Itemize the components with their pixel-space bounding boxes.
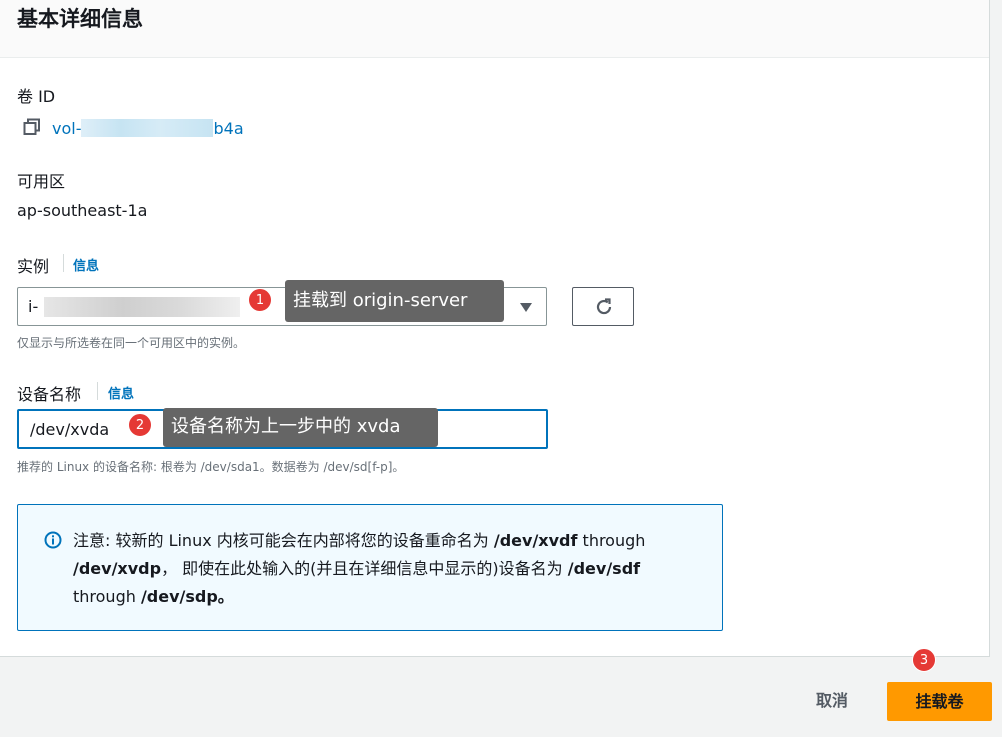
availability-zone-value: ap-southeast-1a	[17, 201, 148, 220]
step-2-annotation: 设备名称为上一步中的 xvda	[163, 408, 438, 447]
alert-bold-1: /dev/xvdf	[493, 531, 578, 550]
device-name-label: 设备名称	[17, 385, 82, 404]
alert-text-1: 注意: 较新的 Linux 内核可能会在内部将您的设备重命名为	[73, 531, 494, 550]
divider	[97, 382, 98, 400]
refresh-icon	[596, 298, 612, 315]
volume-id-suffix: b4a	[213, 119, 244, 138]
cancel-button[interactable]: 取消	[790, 682, 874, 720]
device-help-text: 推荐的 Linux 的设备名称: 根卷为 /dev/sda1。数据卷为 /dev…	[17, 460, 405, 474]
step-badge-3: 3	[912, 648, 936, 672]
info-icon	[44, 531, 62, 549]
basic-details-panel: 基本详细信息 卷 ID vol-b4a 可用区 ap-southeast-1a …	[0, 0, 990, 657]
panel-header: 基本详细信息	[0, 0, 989, 58]
refresh-button[interactable]	[572, 287, 634, 326]
copy-icon[interactable]	[23, 118, 41, 136]
divider	[63, 254, 64, 272]
step-1-annotation: 挂载到 origin-server	[285, 280, 504, 322]
attach-volume-button[interactable]: 挂载卷	[887, 682, 992, 721]
redacted-volume-id	[81, 119, 214, 137]
instance-label: 实例	[17, 257, 50, 276]
alert-text-4: through	[73, 587, 141, 606]
instance-selected-value: i-	[28, 297, 39, 316]
alert-bold-4: /dev/sdp。	[140, 587, 234, 606]
volume-id-prefix: vol-	[52, 119, 82, 138]
alert-bold-3: /dev/sdf	[567, 559, 641, 578]
device-info-link[interactable]: 信息	[108, 383, 134, 402]
info-alert: 注意: 较新的 Linux 内核可能会在内部将您的设备重命名为 /dev/xvd…	[17, 504, 723, 631]
device-name-value: /dev/xvda	[30, 420, 110, 439]
volume-id-label: 卷 ID	[17, 87, 56, 106]
chevron-down-icon[interactable]	[520, 303, 532, 312]
step-badge-2: 2	[128, 413, 152, 437]
alert-text-2: through	[577, 531, 646, 550]
alert-message: 注意: 较新的 Linux 内核可能会在内部将您的设备重命名为 /dev/xvd…	[73, 527, 693, 611]
instance-info-link[interactable]: 信息	[73, 255, 99, 274]
redacted-instance-id	[44, 297, 240, 317]
alert-bold-2: /dev/xvdp	[73, 559, 162, 578]
volume-id-link[interactable]: vol-b4a	[52, 116, 244, 138]
alert-text-3: ， 即使在此处输入的(并且在详细信息中显示的)设备名为	[161, 559, 568, 578]
step-badge-1: 1	[248, 288, 272, 312]
availability-zone-label: 可用区	[17, 172, 66, 191]
instance-help-text: 仅显示与所选卷在同一个可用区中的实例。	[17, 336, 246, 350]
panel-title: 基本详细信息	[17, 7, 143, 31]
